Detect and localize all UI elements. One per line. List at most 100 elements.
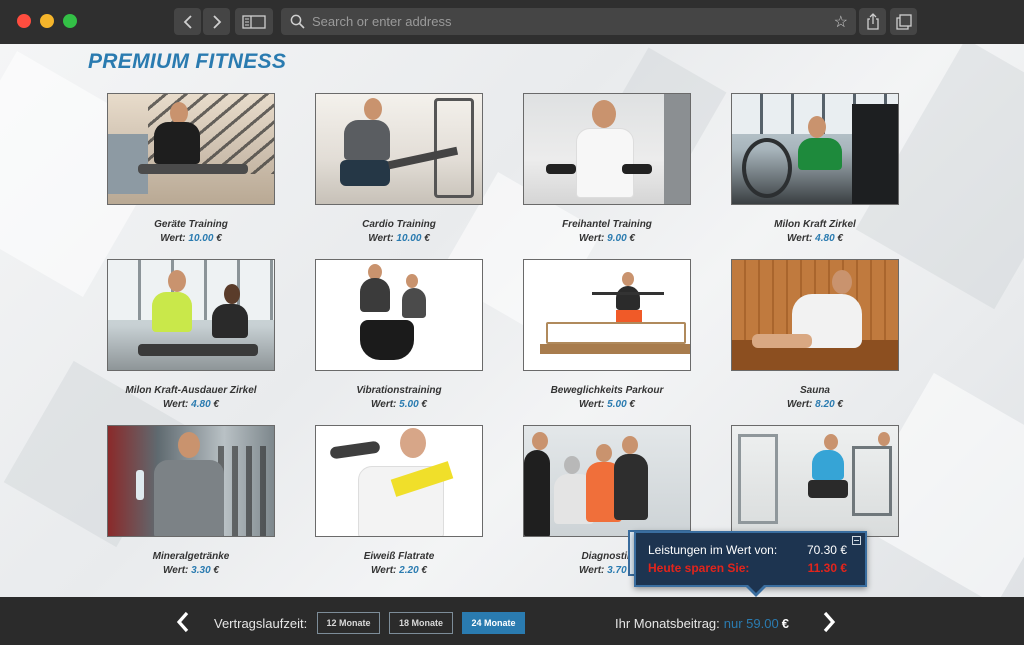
monthly-fee-value: nur 59.00 xyxy=(723,616,779,631)
minimize-icon[interactable] xyxy=(852,536,861,545)
next-arrow-icon[interactable] xyxy=(822,609,836,640)
currency: € xyxy=(424,233,430,244)
service-price: Wert: 9.00 € xyxy=(523,233,691,244)
minimize-window-button[interactable] xyxy=(40,14,54,28)
price-value: 4.80 xyxy=(815,233,835,244)
tabs-icon xyxy=(895,13,912,30)
service-price: Wert: 4.80 € xyxy=(731,233,899,244)
service-image xyxy=(523,93,691,205)
service-price: Wert: 8.20 € xyxy=(731,399,899,410)
service-name: Vibrationstraining xyxy=(356,385,442,396)
service-image xyxy=(315,93,483,205)
service-name: Geräte Training xyxy=(154,219,228,230)
price-value: 4.80 xyxy=(191,399,211,410)
price-prefix: Wert: xyxy=(579,233,605,244)
price-value: 10.00 xyxy=(396,233,422,244)
address-bar[interactable]: ☆ xyxy=(281,8,856,35)
search-icon xyxy=(290,14,305,29)
service-name: Milon Kraft-Ausdauer Zirkel xyxy=(125,385,257,396)
service-card[interactable]: Sauna Wert: 8.20 € xyxy=(731,259,899,410)
price-value: 5.00 xyxy=(399,399,419,410)
service-card[interactable]: Freihantel Training Wert: 9.00 € xyxy=(523,93,691,244)
service-image xyxy=(107,425,275,537)
price-prefix: Wert: xyxy=(163,399,189,410)
duration-option-12[interactable]: 12 Monate xyxy=(317,612,380,634)
total-value-row: Leistungen im Wert von: 70.30 € xyxy=(648,543,847,557)
currency: € xyxy=(421,565,427,576)
service-price: Wert: 5.00 € xyxy=(523,399,691,410)
price-value: 5.00 xyxy=(607,399,627,410)
address-input[interactable] xyxy=(312,8,822,35)
price-prefix: Wert: xyxy=(579,399,605,410)
service-name: Eiweiß Flatrate xyxy=(363,551,435,562)
price-prefix: Wert: xyxy=(368,233,394,244)
savings-label: Heute sparen Sie: xyxy=(648,561,750,575)
service-image xyxy=(731,259,899,371)
price-prefix: Wert: xyxy=(160,233,186,244)
service-name: Sauna xyxy=(799,385,830,396)
close-window-button[interactable] xyxy=(17,14,31,28)
bookmark-star-icon[interactable]: ☆ xyxy=(834,12,848,32)
savings-summary-popup: Leistungen im Wert von: 70.30 € Heute sp… xyxy=(634,531,867,597)
service-card[interactable] xyxy=(731,425,899,537)
price-prefix: Wert: xyxy=(371,399,397,410)
monthly-fee-label: Ihr Monatsbeitrag: xyxy=(615,616,720,631)
service-card[interactable]: Eiweiß Flatrate Wert: 2.20 € xyxy=(315,425,483,576)
price-value: 8.20 xyxy=(815,399,835,410)
price-prefix: Wert: xyxy=(579,565,605,576)
service-name: Cardio Training xyxy=(362,219,436,230)
service-image xyxy=(523,259,691,371)
currency: € xyxy=(629,399,635,410)
back-button[interactable] xyxy=(174,8,201,35)
contract-footer: Vertragslaufzeit: 12 Monate 18 Monate 24… xyxy=(0,597,1024,645)
price-value: 2.20 xyxy=(399,565,419,576)
service-image xyxy=(315,259,483,371)
price-prefix: Wert: xyxy=(787,233,813,244)
service-price: Wert: 5.00 € xyxy=(315,399,483,410)
currency: € xyxy=(837,233,843,244)
service-card[interactable]: Vibrationstraining Wert: 5.00 € xyxy=(315,259,483,410)
price-value: 3.70 xyxy=(607,565,627,576)
service-price: Wert: 2.20 € xyxy=(315,565,483,576)
monthly-fee-currency: € xyxy=(781,616,789,631)
sidebar-icon xyxy=(242,14,266,29)
service-image xyxy=(731,93,899,205)
tabs-overview-button[interactable] xyxy=(890,8,917,35)
savings-row: Heute sparen Sie: 11.30 € xyxy=(648,561,847,575)
service-price: Wert: 4.80 € xyxy=(107,399,275,410)
service-card[interactable]: Geräte Training Wert: 10.00 € xyxy=(107,93,275,244)
service-card[interactable]: Milon Kraft Zirkel Wert: 4.80 € xyxy=(731,93,899,244)
share-icon xyxy=(866,13,879,30)
savings-amount: 11.30 € xyxy=(807,561,847,575)
service-price: Wert: 10.00 € xyxy=(315,233,483,244)
page-title: PREMIUM FITNESS xyxy=(88,50,287,73)
previous-arrow-icon[interactable] xyxy=(176,609,190,640)
service-name: Mineralgetränke xyxy=(152,551,230,562)
duration-label: Vertragslaufzeit: xyxy=(214,616,308,631)
service-card[interactable]: Beweglichkeits Parkour Wert: 5.00 € xyxy=(523,259,691,410)
popup-pointer xyxy=(744,583,768,597)
service-price: Wert: 3.30 € xyxy=(107,565,275,576)
chevron-left-icon xyxy=(183,14,192,29)
configurator-page: PREMIUM FITNESS Geräte Training Wert: 10… xyxy=(0,44,1024,597)
service-image xyxy=(523,425,691,537)
price-prefix: Wert: xyxy=(371,565,397,576)
service-card[interactable]: Cardio Training Wert: 10.00 € xyxy=(315,93,483,244)
service-image xyxy=(315,425,483,537)
price-value: 10.00 xyxy=(188,233,214,244)
service-image xyxy=(731,425,899,537)
service-card[interactable]: Mineralgetränke Wert: 3.30 € xyxy=(107,425,275,576)
duration-option-24[interactable]: 24 Monate xyxy=(462,612,525,634)
price-prefix: Wert: xyxy=(787,399,813,410)
maximize-window-button[interactable] xyxy=(63,14,77,28)
currency: € xyxy=(421,399,427,410)
duration-option-18[interactable]: 18 Monate xyxy=(389,612,453,634)
chevron-right-icon xyxy=(212,14,221,29)
total-value-amount: 70.30 € xyxy=(806,543,847,557)
forward-button[interactable] xyxy=(203,8,230,35)
currency: € xyxy=(213,399,219,410)
service-card[interactable]: Milon Kraft-Ausdauer Zirkel Wert: 4.80 € xyxy=(107,259,275,410)
currency: € xyxy=(837,399,843,410)
sidebar-toggle-button[interactable] xyxy=(235,8,273,35)
share-button[interactable] xyxy=(859,8,886,35)
